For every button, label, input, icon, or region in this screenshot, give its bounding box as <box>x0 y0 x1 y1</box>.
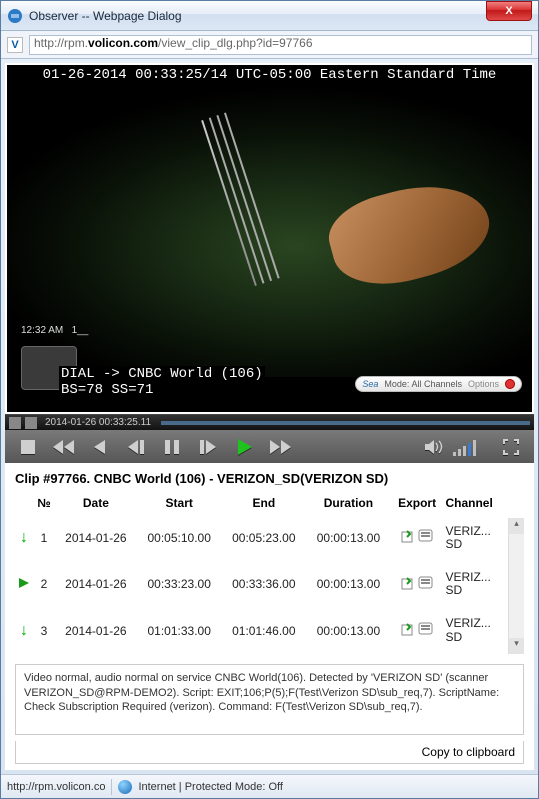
prev-button[interactable] <box>83 434 117 460</box>
mode-pill[interactable]: Sea Mode: All Channels Options <box>355 376 522 392</box>
clip-table: № Date Start End Duration Export Channel… <box>15 492 524 654</box>
fullscreen-button[interactable] <box>494 434 528 460</box>
volume-level[interactable] <box>453 438 476 456</box>
cell-num: 1 <box>33 514 55 561</box>
row-marker-icon: ↓ <box>15 514 33 561</box>
cell-export <box>391 514 444 561</box>
table-header-row: № Date Start End Duration Export Channel <box>15 492 524 515</box>
status-zone: Internet | Protected Mode: Off <box>138 781 283 793</box>
close-button[interactable]: X <box>486 1 532 21</box>
clip-title: Clip #97766. CNBC World (106) - VERIZON_… <box>15 471 524 486</box>
table-row[interactable]: ↓32014-01-2601:01:33.0001:01:46.0000:00:… <box>15 607 524 653</box>
address-bar: V http://rpm.volicon.com/view_clip_dlg.p… <box>1 31 538 59</box>
film-icon[interactable] <box>25 417 37 429</box>
step-fwd-button[interactable] <box>191 434 225 460</box>
record-dot-icon <box>505 379 515 389</box>
scroll-down-button[interactable]: ▾ <box>509 638 524 654</box>
cell-num: 3 <box>33 607 55 653</box>
seek-track[interactable] <box>161 421 530 425</box>
export-icon[interactable] <box>401 576 434 590</box>
channel-line1: DIAL -> CNBC World (106) <box>59 366 265 382</box>
row-marker-icon <box>15 561 33 607</box>
cell-channel: VERIZ...SD <box>443 607 508 653</box>
play-button[interactable] <box>227 434 261 460</box>
channel-line2: BS=78 SS=71 <box>59 382 155 398</box>
col-duration: Duration <box>306 492 391 515</box>
clock-overlay: 12:32 AM 1__ <box>21 325 88 336</box>
cell-start: 00:05:10.00 <box>137 514 222 561</box>
url-prefix: http://rpm. <box>34 36 88 50</box>
export-icon[interactable] <box>401 529 434 543</box>
globe-icon <box>118 780 132 794</box>
seek-bar[interactable]: 2014-01-26 00:33:25.11 <box>5 414 534 430</box>
scroll-up-button[interactable]: ▴ <box>509 518 524 534</box>
app-icon <box>7 8 23 24</box>
channel-overlay: DIAL -> CNBC World (106) BS=78 SS=71 <box>59 366 265 398</box>
volume-button[interactable] <box>417 434 451 460</box>
content-area: 01-26-2014 00:33:25/14 UTC-05:00 Eastern… <box>5 63 534 770</box>
rewind-fast-button[interactable] <box>47 434 81 460</box>
title-bar: Observer -- Webpage Dialog X <box>1 1 538 31</box>
cell-date: 2014-01-26 <box>55 561 137 607</box>
seek-timestamp: 2014-01-26 00:33:25.11 <box>45 417 151 428</box>
forward-fast-button[interactable] <box>263 434 297 460</box>
cell-start: 00:33:23.00 <box>137 561 222 607</box>
mode-label: Mode: All Channels <box>384 379 462 389</box>
step-back-button[interactable] <box>119 434 153 460</box>
copy-to-clipboard-button[interactable]: Copy to clipboard <box>15 741 524 764</box>
url-host: volicon.com <box>88 36 158 50</box>
col-end: End <box>222 492 307 515</box>
cell-duration: 00:00:13.00 <box>306 607 391 653</box>
table-row[interactable]: 22014-01-2600:33:23.0000:33:36.0000:00:1… <box>15 561 524 607</box>
cell-export <box>391 607 444 653</box>
notes-box: Video normal, audio normal on service CN… <box>15 664 524 735</box>
calendar-icon[interactable] <box>9 417 21 429</box>
stop-button[interactable] <box>11 434 45 460</box>
col-export: Export <box>391 492 444 515</box>
cell-date: 2014-01-26 <box>55 607 137 653</box>
cell-duration: 00:00:13.00 <box>306 514 391 561</box>
status-bar: http://rpm.volicon.co Internet | Protect… <box>1 774 538 798</box>
cell-end: 01:01:46.00 <box>222 607 307 653</box>
url-path: /view_clip_dlg.php?id=97766 <box>158 36 312 50</box>
cell-date: 2014-01-26 <box>55 514 137 561</box>
video-player[interactable]: 01-26-2014 00:33:25/14 UTC-05:00 Eastern… <box>7 65 532 412</box>
window-title: Observer -- Webpage Dialog <box>29 9 486 23</box>
clip-section: Clip #97766. CNBC World (106) - VERIZON_… <box>5 463 534 658</box>
mode-options: Options <box>468 379 499 389</box>
col-channel: Channel <box>443 492 508 515</box>
row-marker-icon: ↓ <box>15 607 33 653</box>
vertical-scrollbar[interactable]: ▴ ▾ <box>508 518 524 654</box>
export-icon[interactable] <box>401 622 434 636</box>
cell-end: 00:05:23.00 <box>222 514 307 561</box>
video-timestamp-overlay: 01-26-2014 00:33:25/14 UTC-05:00 Eastern… <box>7 67 532 83</box>
cell-num: 2 <box>33 561 55 607</box>
playback-controls <box>5 430 534 462</box>
cell-duration: 00:00:13.00 <box>306 561 391 607</box>
col-num: № <box>33 492 55 515</box>
col-start: Start <box>137 492 222 515</box>
cell-channel: VERIZ...SD <box>443 514 508 561</box>
cell-end: 00:33:36.00 <box>222 561 307 607</box>
col-date: Date <box>55 492 137 515</box>
status-url: http://rpm.volicon.co <box>7 781 105 793</box>
table-row[interactable]: ↓12014-01-2600:05:10.0000:05:23.0000:00:… <box>15 514 524 561</box>
url-field[interactable]: http://rpm.volicon.com/view_clip_dlg.php… <box>29 35 532 55</box>
cell-export <box>391 561 444 607</box>
favicon: V <box>7 37 23 53</box>
mode-pre: Sea <box>362 379 378 389</box>
cell-channel: VERIZ...SD <box>443 561 508 607</box>
pause-button[interactable] <box>155 434 189 460</box>
cell-start: 01:01:33.00 <box>137 607 222 653</box>
